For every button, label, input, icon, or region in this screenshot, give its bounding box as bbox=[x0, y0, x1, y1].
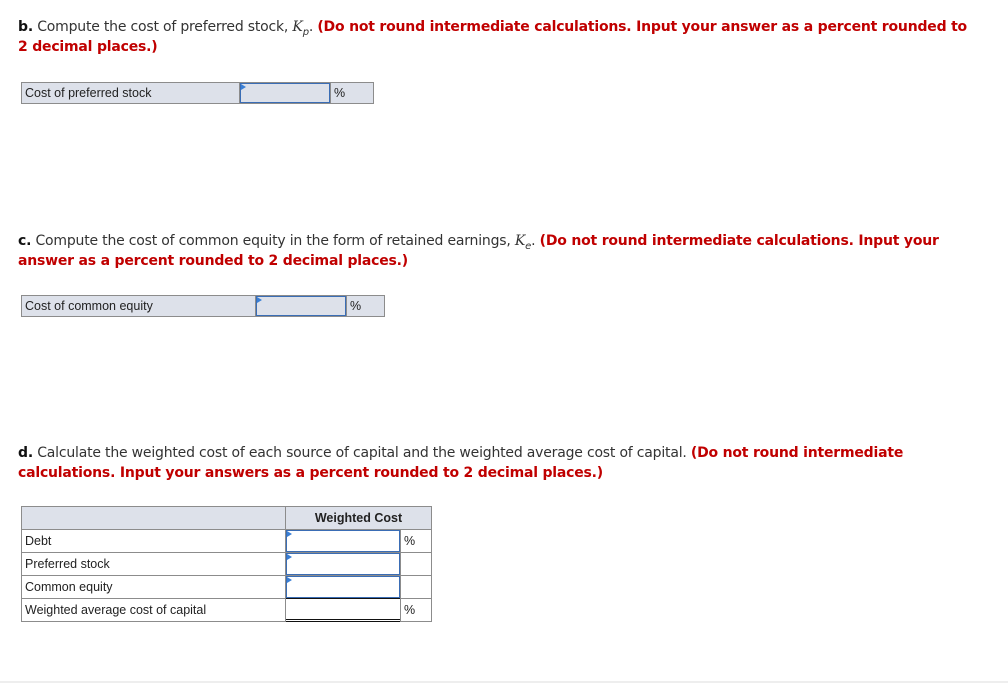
table-row: Common equity bbox=[21, 575, 432, 599]
column-header-weighted-cost: Weighted Cost bbox=[285, 506, 432, 530]
question-part-b: b. Compute the cost of preferred stock, … bbox=[18, 17, 968, 57]
common-equity-input[interactable] bbox=[255, 295, 347, 317]
input-flag-icon bbox=[287, 531, 292, 537]
debt-weighted-cost-input[interactable] bbox=[285, 529, 401, 553]
weighted-cost-table: Weighted Cost Debt % Preferred stock Com… bbox=[21, 506, 432, 622]
sum-rule bbox=[286, 598, 400, 599]
table-row: Debt % bbox=[21, 529, 432, 553]
row-label: Debt bbox=[21, 529, 286, 553]
part-letter: d. bbox=[18, 445, 33, 461]
punctuation: . bbox=[531, 233, 540, 249]
common-equity-weighted-cost-input[interactable] bbox=[285, 575, 401, 599]
table-row: Cost of common equity % bbox=[21, 295, 385, 317]
row-label: Common equity bbox=[21, 575, 286, 599]
header-blank bbox=[21, 506, 286, 530]
unit-label bbox=[400, 575, 432, 599]
row-label: Preferred stock bbox=[21, 552, 286, 576]
table-row: Cost of preferred stock % bbox=[21, 82, 374, 104]
question-part-d: d. Calculate the weighted cost of each s… bbox=[18, 443, 968, 483]
part-letter: b. bbox=[18, 19, 33, 35]
row-label: Weighted average cost of capital bbox=[21, 598, 286, 622]
row-label: Cost of preferred stock bbox=[21, 82, 240, 104]
question-text: Calculate the weighted cost of each sour… bbox=[32, 445, 691, 461]
table-row: Preferred stock bbox=[21, 552, 432, 576]
row-label: Cost of common equity bbox=[21, 295, 256, 317]
part-letter: c. bbox=[18, 233, 32, 249]
input-flag-icon bbox=[241, 84, 246, 90]
unit-label: % bbox=[346, 295, 385, 317]
input-box[interactable] bbox=[286, 553, 400, 575]
input-box[interactable] bbox=[256, 296, 346, 316]
preferred-stock-input[interactable] bbox=[239, 82, 331, 104]
double-underline-top bbox=[286, 619, 400, 620]
symbol-k: K bbox=[514, 233, 526, 249]
question-text: Compute the cost of preferred stock, bbox=[32, 19, 293, 35]
input-flag-icon bbox=[287, 577, 292, 583]
unit-label: % bbox=[400, 598, 432, 622]
question-part-c: c. Compute the cost of common equity in … bbox=[18, 231, 968, 271]
unit-label: % bbox=[400, 529, 432, 553]
input-box[interactable] bbox=[286, 576, 400, 598]
question-text: Compute the cost of common equity in the… bbox=[31, 233, 515, 249]
preferred-stock-weighted-cost-input[interactable] bbox=[285, 552, 401, 576]
input-flag-icon bbox=[287, 554, 292, 560]
symbol-k: K bbox=[292, 19, 303, 35]
double-underline-bottom bbox=[286, 621, 400, 622]
wacc-value-cell bbox=[285, 598, 401, 622]
input-box[interactable] bbox=[286, 530, 400, 552]
input-box[interactable] bbox=[240, 83, 330, 103]
unit-label: % bbox=[330, 82, 374, 104]
table-row-total: Weighted average cost of capital % bbox=[21, 598, 432, 622]
unit-label bbox=[400, 552, 432, 576]
preferred-stock-table: Cost of preferred stock % bbox=[21, 82, 374, 104]
common-equity-table: Cost of common equity % bbox=[21, 295, 385, 317]
input-flag-icon bbox=[257, 297, 262, 303]
table-header-row: Weighted Cost bbox=[21, 506, 432, 530]
